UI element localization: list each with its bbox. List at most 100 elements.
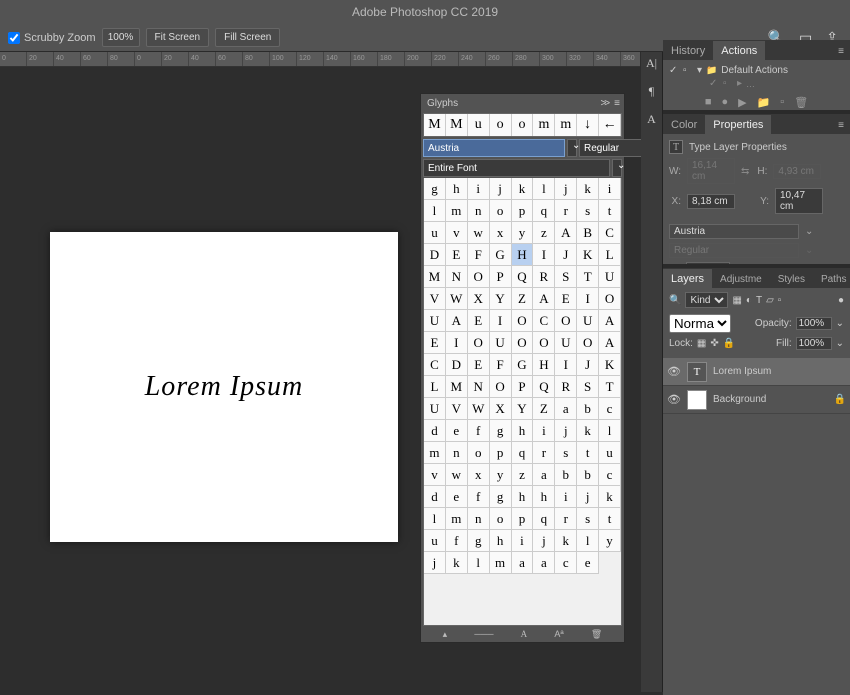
- glyph-cell[interactable]: c: [599, 464, 621, 486]
- fill-screen-button[interactable]: Fill Screen: [215, 28, 280, 47]
- glyph-cell[interactable]: L: [424, 376, 446, 398]
- glyph-cell[interactable]: L: [599, 244, 621, 266]
- glyph-cell[interactable]: A: [555, 222, 577, 244]
- opacity-field[interactable]: 100%: [796, 317, 832, 330]
- zoom-out-icon[interactable]: ▴: [443, 629, 448, 640]
- glyph-cell[interactable]: J: [577, 354, 599, 376]
- glyph-cell[interactable]: n: [446, 442, 468, 464]
- glyph-cell[interactable]: A: [599, 310, 621, 332]
- glyph-cell[interactable]: p: [490, 442, 512, 464]
- glyph-grid[interactable]: ghijkljkilmnopqrstuvwxyzABCDEFGHIJKLMNOP…: [423, 178, 622, 626]
- glyph-cell[interactable]: h: [512, 486, 534, 508]
- glyph-cell[interactable]: I: [446, 332, 468, 354]
- glyph-cell[interactable]: U: [555, 332, 577, 354]
- glyph-cell[interactable]: Q: [533, 376, 555, 398]
- glyph-cell[interactable]: D: [424, 244, 446, 266]
- glyph-cell[interactable]: t: [599, 508, 621, 530]
- scrubby-zoom-input[interactable]: [8, 32, 20, 44]
- action-set-row[interactable]: ✓ ▫ ▾ 📁 Default Actions: [669, 64, 844, 77]
- layer-name[interactable]: Background: [713, 394, 828, 405]
- glyph-cell[interactable]: z: [512, 464, 534, 486]
- glyph-cell[interactable]: r: [555, 508, 577, 530]
- chevron-down-icon[interactable]: ⌄: [836, 318, 844, 329]
- zoom-slider[interactable]: ───: [474, 629, 493, 639]
- glyph-cell[interactable]: v: [446, 222, 468, 244]
- glyph-cell[interactable]: p: [512, 200, 534, 222]
- checkmark-icon[interactable]: ✓: [669, 65, 679, 76]
- recent-glyph[interactable]: m: [533, 114, 555, 136]
- link-icon[interactable]: ⇆: [741, 166, 749, 177]
- glyph-cell[interactable]: k: [555, 530, 577, 552]
- glyph-cell[interactable]: u: [599, 442, 621, 464]
- filter-pixel-icon[interactable]: ▦: [732, 295, 741, 306]
- glyph-cell[interactable]: J: [555, 244, 577, 266]
- glyph-cell[interactable]: C: [424, 354, 446, 376]
- recent-glyph[interactable]: o: [490, 114, 512, 136]
- chevron-down-icon[interactable]: ⌄: [805, 226, 813, 237]
- glyph-cell[interactable]: k: [599, 486, 621, 508]
- tab-history[interactable]: History: [663, 41, 713, 60]
- glyph-cell[interactable]: U: [599, 266, 621, 288]
- font-family-select[interactable]: [669, 224, 799, 239]
- glyph-cell[interactable]: Y: [490, 288, 512, 310]
- recent-glyph[interactable]: u: [468, 114, 490, 136]
- glyph-cell[interactable]: O: [490, 376, 512, 398]
- disclosure-icon[interactable]: ▾: [697, 65, 702, 76]
- glyph-cell[interactable]: a: [512, 552, 534, 574]
- tab-color[interactable]: Color: [663, 115, 705, 134]
- glyph-cell[interactable]: h: [490, 530, 512, 552]
- glyph-cell[interactable]: k: [446, 552, 468, 574]
- glyph-cell[interactable]: w: [468, 222, 490, 244]
- new-set-icon[interactable]: 📁: [757, 96, 771, 109]
- glyph-cell[interactable]: s: [577, 200, 599, 222]
- glyph-cell[interactable]: y: [490, 464, 512, 486]
- glyph-cell[interactable]: l: [468, 552, 490, 574]
- glyph-cell[interactable]: O: [533, 332, 555, 354]
- glyph-cell[interactable]: I: [555, 354, 577, 376]
- glyph-cell[interactable]: O: [468, 266, 490, 288]
- glyph-cell[interactable]: Y: [512, 398, 534, 420]
- glyph-cell[interactable]: K: [577, 244, 599, 266]
- glyph-cell[interactable]: I: [577, 288, 599, 310]
- filter-smart-icon[interactable]: ▫: [778, 295, 782, 306]
- glyph-cell[interactable]: O: [577, 332, 599, 354]
- glyph-cell[interactable]: V: [446, 398, 468, 420]
- glyph-cell[interactable]: F: [490, 354, 512, 376]
- glyph-cell[interactable]: m: [424, 442, 446, 464]
- glyph-cell[interactable]: A: [446, 310, 468, 332]
- play-icon[interactable]: ▶: [738, 96, 746, 109]
- filter-toggle[interactable]: ●: [838, 295, 844, 306]
- glyph-cell[interactable]: G: [490, 244, 512, 266]
- recent-glyph[interactable]: M: [446, 114, 468, 136]
- filter-type-icon[interactable]: T: [756, 295, 762, 306]
- action-item-row[interactable]: ✓▫▸…: [669, 77, 844, 90]
- glyph-cell[interactable]: r: [555, 200, 577, 222]
- blend-mode-select[interactable]: Normal: [669, 314, 731, 333]
- x-field[interactable]: 8,18 cm: [687, 194, 735, 209]
- glyphs-panel-header[interactable]: Glyphs >> ≡: [421, 94, 624, 112]
- glyph-cell[interactable]: X: [490, 398, 512, 420]
- glyph-cell[interactable]: N: [468, 376, 490, 398]
- glyph-cell[interactable]: j: [424, 552, 446, 574]
- glyph-cell[interactable]: X: [468, 288, 490, 310]
- recent-glyph[interactable]: o: [512, 114, 534, 136]
- glyph-cell[interactable]: b: [577, 398, 599, 420]
- lock-position-icon[interactable]: ✜: [710, 338, 718, 349]
- trash-icon[interactable]: 🗑: [591, 629, 602, 640]
- glyph-cell[interactable]: u: [424, 222, 446, 244]
- glyph-cell[interactable]: a: [555, 398, 577, 420]
- character-panel-icon[interactable]: A|: [644, 56, 660, 72]
- fill-field[interactable]: 100%: [796, 337, 832, 350]
- glyph-cell[interactable]: l: [599, 420, 621, 442]
- tab-properties[interactable]: Properties: [705, 115, 771, 134]
- glyph-cell[interactable]: z: [533, 222, 555, 244]
- fit-screen-button[interactable]: Fit Screen: [146, 28, 210, 47]
- glyph-cell[interactable]: f: [468, 486, 490, 508]
- record-icon[interactable]: ●: [721, 96, 728, 109]
- scrubby-zoom-checkbox[interactable]: Scrubby Zoom: [8, 32, 96, 44]
- glyph-cell[interactable]: W: [446, 288, 468, 310]
- glyph-cell[interactable]: U: [424, 310, 446, 332]
- recent-glyph[interactable]: ←: [599, 114, 621, 136]
- glyphs-scope-select[interactable]: [423, 159, 610, 177]
- glyph-cell[interactable]: i: [555, 486, 577, 508]
